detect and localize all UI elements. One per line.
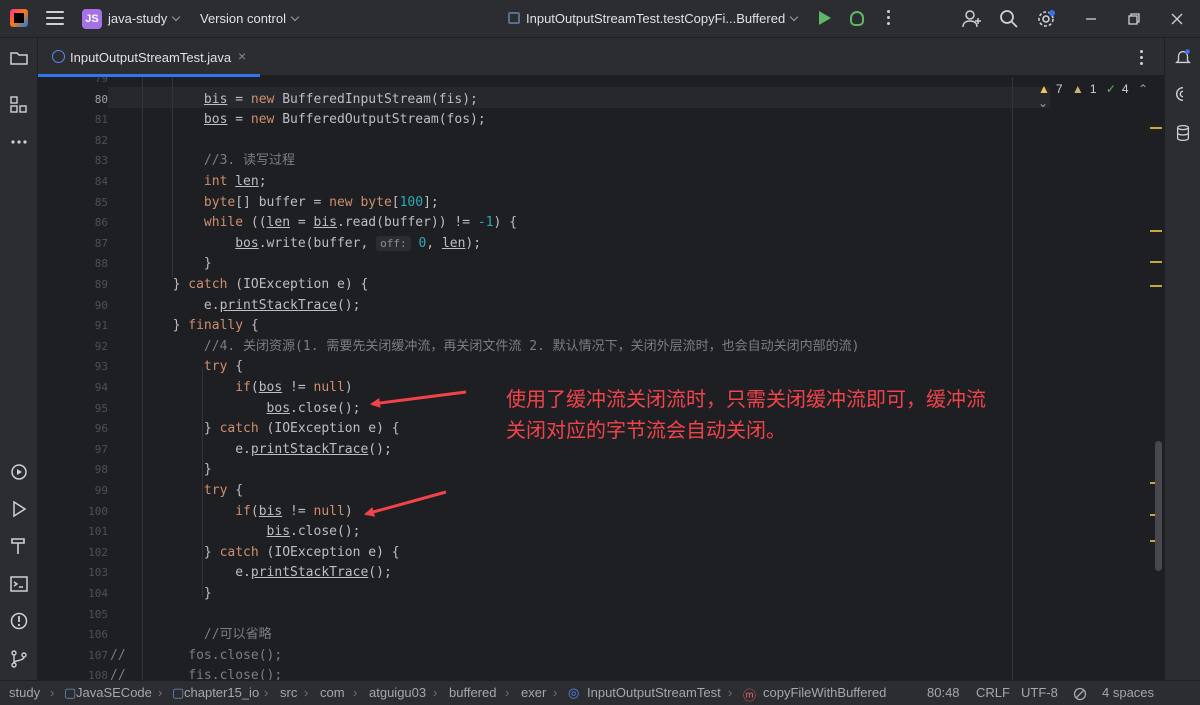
- breadcrumb-separator-icon: ›: [505, 685, 510, 700]
- breadcrumb-com[interactable]: com: [320, 685, 345, 700]
- class-icon: ◎: [568, 685, 580, 700]
- breadcrumb-separator-icon: ›: [158, 685, 163, 700]
- status-bar: study › ▢ JavaSECode › ▢ chapter15_io › …: [0, 680, 1200, 705]
- breadcrumb-separator-icon: ›: [264, 685, 269, 700]
- caret-position[interactable]: 80:48: [927, 685, 960, 700]
- breadcrumb-separator-icon: ›: [728, 685, 733, 700]
- module-icon: ▢: [172, 685, 185, 700]
- file-encoding[interactable]: UTF-8: [1021, 685, 1058, 700]
- breadcrumb-method[interactable]: copyFileWithBuffered: [763, 685, 886, 700]
- breadcrumb-atguigu03[interactable]: atguigu03: [369, 685, 426, 700]
- breadcrumb-chapter15-io[interactable]: chapter15_io: [184, 685, 259, 700]
- arrow-to-bos-close: [370, 390, 467, 408]
- line-separator[interactable]: CRLF: [976, 685, 1010, 700]
- breadcrumb-exer[interactable]: exer: [521, 685, 546, 700]
- readonly-toggle-icon[interactable]: [1073, 687, 1087, 701]
- annotation-line-1: 使用了缓冲流关闭流时，只需关闭缓冲流即可，缓冲流: [506, 387, 986, 411]
- breadcrumb-buffered[interactable]: buffered: [449, 685, 496, 700]
- breadcrumb-class[interactable]: InputOutputStreamTest: [587, 685, 721, 700]
- breadcrumb-javasecode[interactable]: JavaSECode: [76, 685, 152, 700]
- breadcrumb-separator-icon: ›: [304, 685, 309, 700]
- breadcrumb-separator-icon: ›: [553, 685, 558, 700]
- annotation-line-2: 关闭对应的字节流会自动关闭。: [506, 418, 786, 442]
- breadcrumb-separator-icon: ›: [50, 685, 55, 700]
- indent-setting[interactable]: 4 spaces: [1102, 685, 1154, 700]
- breadcrumb-src[interactable]: src: [280, 685, 297, 700]
- annotation-arrows: [364, 390, 467, 517]
- method-icon: ⓜ: [743, 688, 757, 703]
- arrow-to-bis-close: [364, 490, 447, 517]
- breadcrumb-study[interactable]: study: [9, 685, 40, 700]
- annotation-text: 使用了缓冲流关闭流时，只需关闭缓冲流即可，缓冲流 关闭对应的字节流会自动关闭。: [506, 384, 1066, 446]
- module-icon: ▢: [64, 685, 77, 700]
- breadcrumb-separator-icon: ›: [433, 685, 438, 700]
- breadcrumb-separator-icon: ›: [353, 685, 358, 700]
